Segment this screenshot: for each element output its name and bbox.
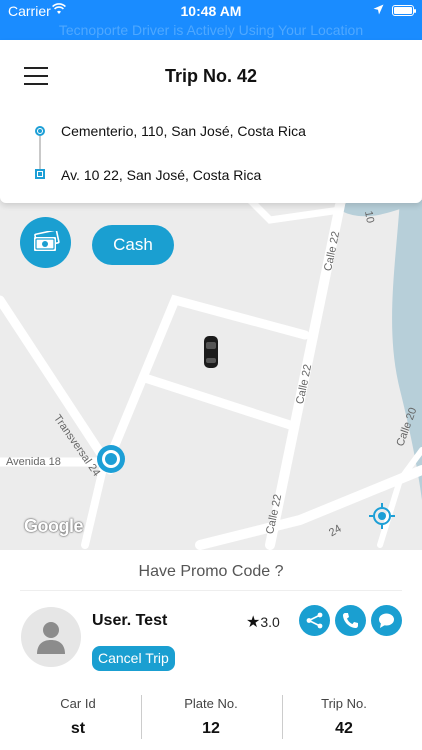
car-marker — [204, 336, 218, 368]
clock: 10:48 AM — [180, 3, 242, 19]
money-icon — [34, 231, 60, 251]
avatar — [21, 607, 81, 667]
plate-no-stat: Plate No. 12 — [141, 696, 281, 738]
stat-label: Trip No. — [321, 696, 367, 711]
promo-code-link[interactable]: Have Promo Code ? — [0, 563, 422, 581]
pickup-marker — [97, 445, 125, 473]
dropoff-address[interactable]: Av. 10 22, San José, Costa Rica — [61, 167, 261, 183]
battery-icon — [392, 5, 416, 16]
pickup-address[interactable]: Cementerio, 110, San José, Costa Rica — [61, 123, 306, 139]
trip-info-panel: Have Promo Code ? User. Test ★3.0 Cancel… — [0, 550, 422, 750]
dropoff-square-icon — [35, 169, 45, 179]
trip-header-card: Trip No. 42 Cementerio, 110, San José, C… — [0, 40, 422, 203]
user-rating: ★3.0 — [246, 612, 280, 632]
stat-value: st — [70, 720, 86, 737]
chat-icon — [379, 613, 394, 628]
pickup-dot-icon — [35, 126, 45, 136]
cash-button[interactable]: Cash — [92, 225, 174, 265]
user-name: User. Test — [92, 612, 168, 629]
status-bar: Carrier 10:48 AM Tecnoporte Driver is Ac… — [0, 0, 422, 40]
divider — [20, 590, 402, 591]
google-logo: Google — [24, 516, 84, 536]
stat-label: Plate No. — [184, 696, 238, 711]
cancel-trip-button[interactable]: Cancel Trip — [92, 646, 175, 671]
stat-label: Car Id — [60, 696, 96, 711]
car-id-stat: Car Id st — [8, 696, 148, 738]
payment-method-button[interactable] — [20, 217, 71, 268]
trip-no-stat: Trip No. 42 — [274, 696, 414, 738]
page-title: Trip No. 42 — [164, 66, 258, 86]
stat-value: 12 — [202, 720, 220, 737]
street-label: Avenida 18 — [6, 456, 61, 468]
rating-value: 3.0 — [260, 614, 280, 630]
share-icon — [306, 612, 323, 629]
route-connector — [39, 136, 41, 169]
street-label: 10 — [362, 209, 377, 225]
phone-icon — [343, 613, 358, 628]
user-silhouette-icon — [37, 622, 65, 654]
location-arrow-icon — [373, 4, 384, 15]
location-banner[interactable]: Tecnoporte Driver is Actively Using Your… — [0, 22, 422, 38]
message-button[interactable] — [371, 605, 402, 636]
star-icon: ★ — [246, 614, 261, 631]
share-button[interactable] — [299, 605, 330, 636]
call-button[interactable] — [335, 605, 366, 636]
stat-value: 42 — [335, 720, 353, 737]
